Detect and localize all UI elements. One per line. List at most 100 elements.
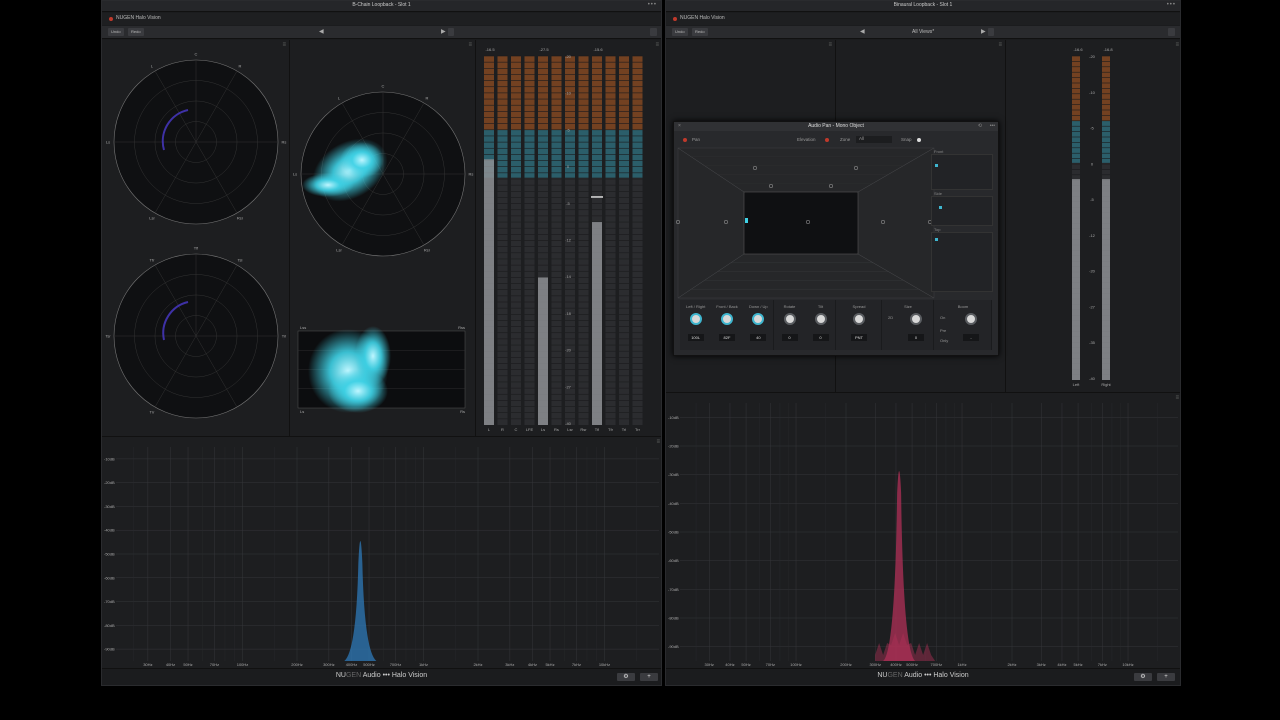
- pan-knob-left-right[interactable]: [689, 313, 702, 325]
- redo-button[interactable]: Redo: [692, 28, 708, 36]
- meter-scale-label: -40: [565, 421, 572, 426]
- undo-button[interactable]: Undo: [108, 28, 124, 36]
- radar-label: Trl: [282, 334, 287, 339]
- spectrum-freq-label: 10kHz: [599, 662, 610, 667]
- pan-knob-down-up[interactable]: [752, 313, 765, 325]
- radar-label: Lsr: [336, 248, 342, 253]
- undo-button[interactable]: Undo: [672, 28, 688, 36]
- panel-menu-icon[interactable]: ≡: [828, 42, 832, 48]
- pan-position-marker[interactable]: [939, 206, 942, 209]
- pan-position-marker[interactable]: [935, 238, 938, 241]
- pan-knob-tilt[interactable]: [814, 313, 827, 325]
- reset-icon[interactable]: ⟲: [978, 122, 982, 131]
- spectrum-freq-label: 3kHz: [1037, 662, 1046, 667]
- spectrum-db-label: -60dB: [668, 558, 679, 563]
- view-selector[interactable]: All Views*: [912, 29, 934, 35]
- pan-knob-front-back[interactable]: [721, 313, 733, 325]
- knob-label: Left / Right: [686, 304, 706, 309]
- window-menu-icon[interactable]: •••: [648, 2, 657, 8]
- heat-blob: [302, 173, 354, 197]
- right-plugin-name: NUGEN Halo Vision: [680, 15, 725, 21]
- pan-knob-group: Spread PNT: [836, 300, 882, 350]
- binaural-meters: Left Right -16.6 -16.8 -20 -10 -5 0 -5 -12 -20 -27 -…: [1072, 47, 1113, 387]
- next-preset-icon[interactable]: ▶: [441, 28, 446, 35]
- meter-top-value: -27.5: [539, 47, 549, 52]
- knob-value-field[interactable]: PNT: [851, 334, 867, 341]
- knob-value-field[interactable]: 40: [750, 334, 767, 341]
- elevation-toggle[interactable]: [825, 138, 829, 142]
- pan-label: Pan: [692, 137, 701, 142]
- pan-knob-boom[interactable]: [965, 313, 977, 325]
- knob-value-field[interactable]: 0: [781, 334, 798, 341]
- prev-preset-icon[interactable]: ◀: [860, 28, 865, 35]
- radar-label: C: [195, 52, 198, 57]
- spectrum-freq-label: 100Hz: [237, 662, 249, 667]
- settings-button[interactable]: [650, 28, 657, 36]
- radar-label: Tsr: [105, 334, 111, 339]
- meter-zone-target: [619, 129, 629, 178]
- record-icon[interactable]: [109, 17, 113, 21]
- spectrum-freq-label: 70Hz: [210, 662, 219, 667]
- heatmap-label: Rs: [460, 409, 465, 414]
- spectrum-db-label: -50dB: [104, 552, 115, 557]
- redo-button[interactable]: Redo: [128, 28, 144, 36]
- pan-knob-rotate[interactable]: [783, 313, 796, 325]
- knob-value-field[interactable]: -: [963, 334, 979, 341]
- gear-button[interactable]: ⚙: [1134, 673, 1152, 681]
- meter-channel-label: Tfr: [608, 427, 614, 432]
- size-mode-button[interactable]: 2D: [888, 315, 893, 320]
- pan-room-view[interactable]: [675, 147, 935, 299]
- left-plugin-name: NUGEN Halo Vision: [116, 15, 161, 21]
- panel-menu-icon[interactable]: ≡: [998, 42, 1002, 48]
- meter-zone-target: [524, 129, 535, 178]
- record-icon[interactable]: [673, 17, 677, 21]
- gear-button[interactable]: ⚙: [617, 673, 635, 681]
- window-menu-icon[interactable]: •••: [1167, 2, 1176, 8]
- mini-top-view[interactable]: Top: [931, 227, 993, 292]
- audio-pan-titlebar[interactable]: × Audio Pan - Mono Object ⟲ •••: [674, 122, 998, 131]
- meter-zone-target: [511, 129, 521, 178]
- add-button[interactable]: +: [1157, 673, 1175, 681]
- add-button[interactable]: +: [640, 673, 658, 681]
- knob-value-field[interactable]: 0: [812, 334, 829, 341]
- radar-label: Rsr: [237, 216, 244, 221]
- more-icon[interactable]: •••: [990, 122, 995, 131]
- meter-scale-label: -20: [1089, 269, 1096, 274]
- meter-Rs: Rs: [551, 55, 562, 432]
- boom-on-button[interactable]: On: [940, 315, 945, 320]
- right-window-titlebar[interactable]: Binaural Loopback - Slot 1 •••: [666, 1, 1180, 12]
- mini-front-view[interactable]: Front: [931, 149, 993, 190]
- compare-button[interactable]: [448, 28, 454, 36]
- meter-channel-label: Trr: [635, 427, 641, 432]
- compare-button[interactable]: [988, 28, 994, 36]
- pan-knob-size[interactable]: [910, 313, 922, 325]
- meter-scale-label: -14: [565, 274, 572, 279]
- meter-channel-label: C: [515, 427, 518, 432]
- pan-enable-icon[interactable]: [683, 138, 687, 142]
- knob-label: Boom: [957, 304, 969, 309]
- zone-select[interactable]: All: [856, 136, 892, 143]
- radar-panel-lower: ≡ C L R Ls Rs Lsr Rsr Tfl Tfr Tsl Tsr Trl Trr: [102, 40, 290, 437]
- meter-level: [1102, 179, 1110, 380]
- boom-only-button[interactable]: Only: [940, 338, 948, 343]
- spectrum-freq-label: 2kHz: [1007, 662, 1016, 667]
- left-window-titlebar[interactable]: B-Chain Loopback - Slot 1 •••: [102, 1, 661, 12]
- knob-value-field[interactable]: 0: [908, 334, 924, 341]
- knob-value-field[interactable]: 100L: [687, 334, 704, 341]
- boom-pre-button[interactable]: Pre: [940, 328, 946, 333]
- spectrum-freq-label: 30Hz: [705, 662, 714, 667]
- knob-value-field[interactable]: 82F: [719, 334, 735, 341]
- mini-side-view[interactable]: Side: [931, 191, 993, 226]
- prev-preset-icon[interactable]: ◀: [319, 28, 324, 35]
- spectrum-db-label: -10dB: [668, 415, 679, 420]
- spectrum-freq-label: 7kHz: [1098, 662, 1107, 667]
- elevation-label: Elevation: [797, 137, 816, 142]
- pan-knob-spread[interactable]: [853, 313, 865, 325]
- spectrum-peak: [883, 471, 916, 661]
- snap-toggle[interactable]: [917, 138, 921, 142]
- meter-level: [1072, 179, 1080, 380]
- settings-button[interactable]: [1168, 28, 1175, 36]
- pan-position-marker[interactable]: [935, 164, 938, 167]
- next-preset-icon[interactable]: ▶: [981, 28, 986, 35]
- close-icon[interactable]: ×: [678, 122, 681, 131]
